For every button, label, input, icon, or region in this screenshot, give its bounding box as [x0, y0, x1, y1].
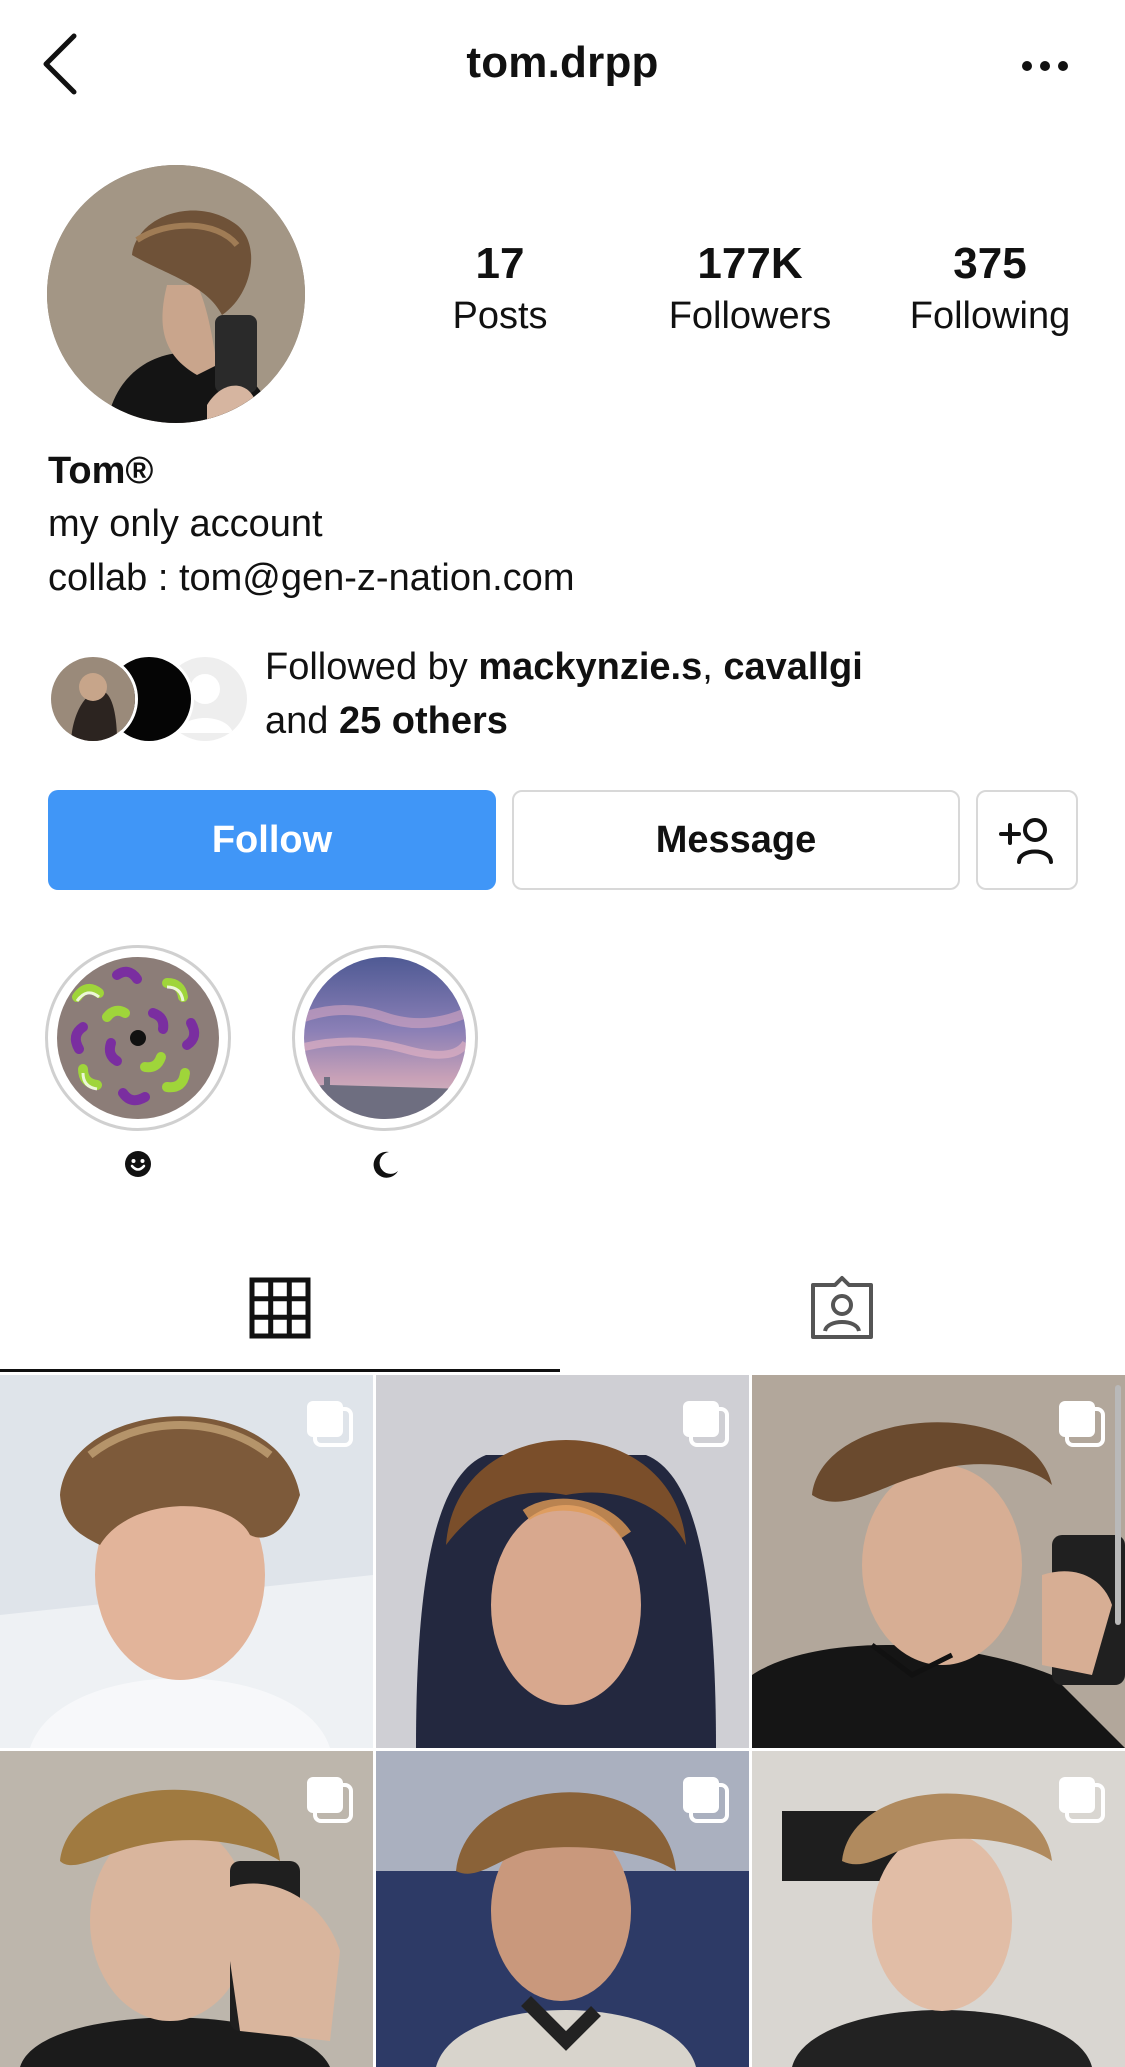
display-name: Tom® [48, 450, 154, 492]
following-count-label: Following [909, 295, 1071, 337]
page-title: tom.drpp [466, 38, 659, 87]
post-thumbnail[interactable] [376, 1751, 749, 2067]
profile-avatar[interactable] [47, 165, 305, 423]
post-thumbnail[interactable] [0, 1375, 373, 1748]
grid-icon [249, 1277, 311, 1339]
posts-grid [0, 1375, 1125, 2067]
posts-count-label: Posts [452, 295, 548, 337]
mutual-user-2: cavallgi [723, 646, 863, 688]
profile-screen: tom.drpp 17 Posts 177K Followers 375 Fol… [0, 0, 1125, 2067]
suggest-people-button[interactable] [976, 790, 1078, 890]
scrollbar[interactable] [1115, 1385, 1121, 1625]
message-button[interactable]: Message [512, 790, 960, 890]
multiple-photos-icon [307, 1777, 353, 1823]
top-nav-bar: tom.drpp [0, 0, 1125, 130]
moon-icon [373, 1151, 398, 1178]
following-count[interactable]: 375 Following [880, 238, 1100, 342]
more-options-button[interactable] [1015, 44, 1075, 88]
tagged-person-icon [811, 1276, 873, 1339]
profile-bio: Tom® my only account collab : tom@gen-z-… [48, 445, 1048, 605]
highlight-label [287, 1149, 483, 1183]
followed-by-separator: , [702, 646, 724, 688]
followers-count[interactable]: 177K Followers [640, 238, 860, 342]
active-tab-indicator [0, 1369, 560, 1372]
multiple-photos-icon [1059, 1401, 1105, 1447]
posts-count[interactable]: 17 Posts [420, 238, 580, 342]
multiple-photos-icon [683, 1777, 729, 1823]
post-thumbnail[interactable] [752, 1375, 1125, 1748]
tab-posts-grid[interactable] [0, 1245, 560, 1371]
followed-by-and: and [265, 700, 339, 742]
post-thumbnail[interactable] [752, 1751, 1125, 2067]
followers-count-label: Followers [668, 295, 832, 337]
avatar [48, 654, 138, 744]
ellipsis-icon [1022, 61, 1068, 71]
bio-line-email[interactable]: collab : tom@gen-z-nation.com [48, 551, 1048, 605]
followers-count-value: 177K [697, 239, 803, 288]
highlight-ring [292, 945, 478, 1131]
multiple-photos-icon [1059, 1777, 1105, 1823]
mutual-user-1: mackynzie.s [478, 646, 703, 688]
highlight-ring [45, 945, 231, 1131]
followed-by-section[interactable]: Followed by mackynzie.s, cavallgi and 25… [48, 640, 1088, 760]
bio-line: my only account [48, 503, 323, 545]
highlight-cover [304, 957, 466, 1119]
post-thumbnail[interactable] [0, 1751, 373, 2067]
followed-by-text: Followed by mackynzie.s, cavallgi and 25… [265, 640, 1085, 748]
person-plus-icon [999, 818, 1053, 864]
follow-button[interactable]: Follow [48, 790, 496, 890]
multiple-photos-icon [307, 1401, 353, 1447]
mutual-others: 25 others [338, 700, 508, 742]
smiley-icon [125, 1151, 151, 1177]
story-highlight[interactable] [287, 945, 483, 1183]
tab-tagged[interactable] [562, 1245, 1122, 1371]
multiple-photos-icon [683, 1401, 729, 1447]
profile-tabs [0, 1245, 1125, 1375]
highlight-cover [57, 957, 219, 1119]
following-count-value: 375 [953, 239, 1027, 288]
profile-stats: 17 Posts 177K Followers 375 Following [420, 238, 1100, 348]
post-thumbnail[interactable] [376, 1375, 749, 1748]
highlight-label [40, 1149, 236, 1183]
mutual-avatars [48, 654, 250, 744]
posts-count-value: 17 [475, 239, 525, 288]
story-highlight[interactable] [40, 945, 236, 1183]
followed-by-prefix: Followed by [265, 646, 479, 688]
